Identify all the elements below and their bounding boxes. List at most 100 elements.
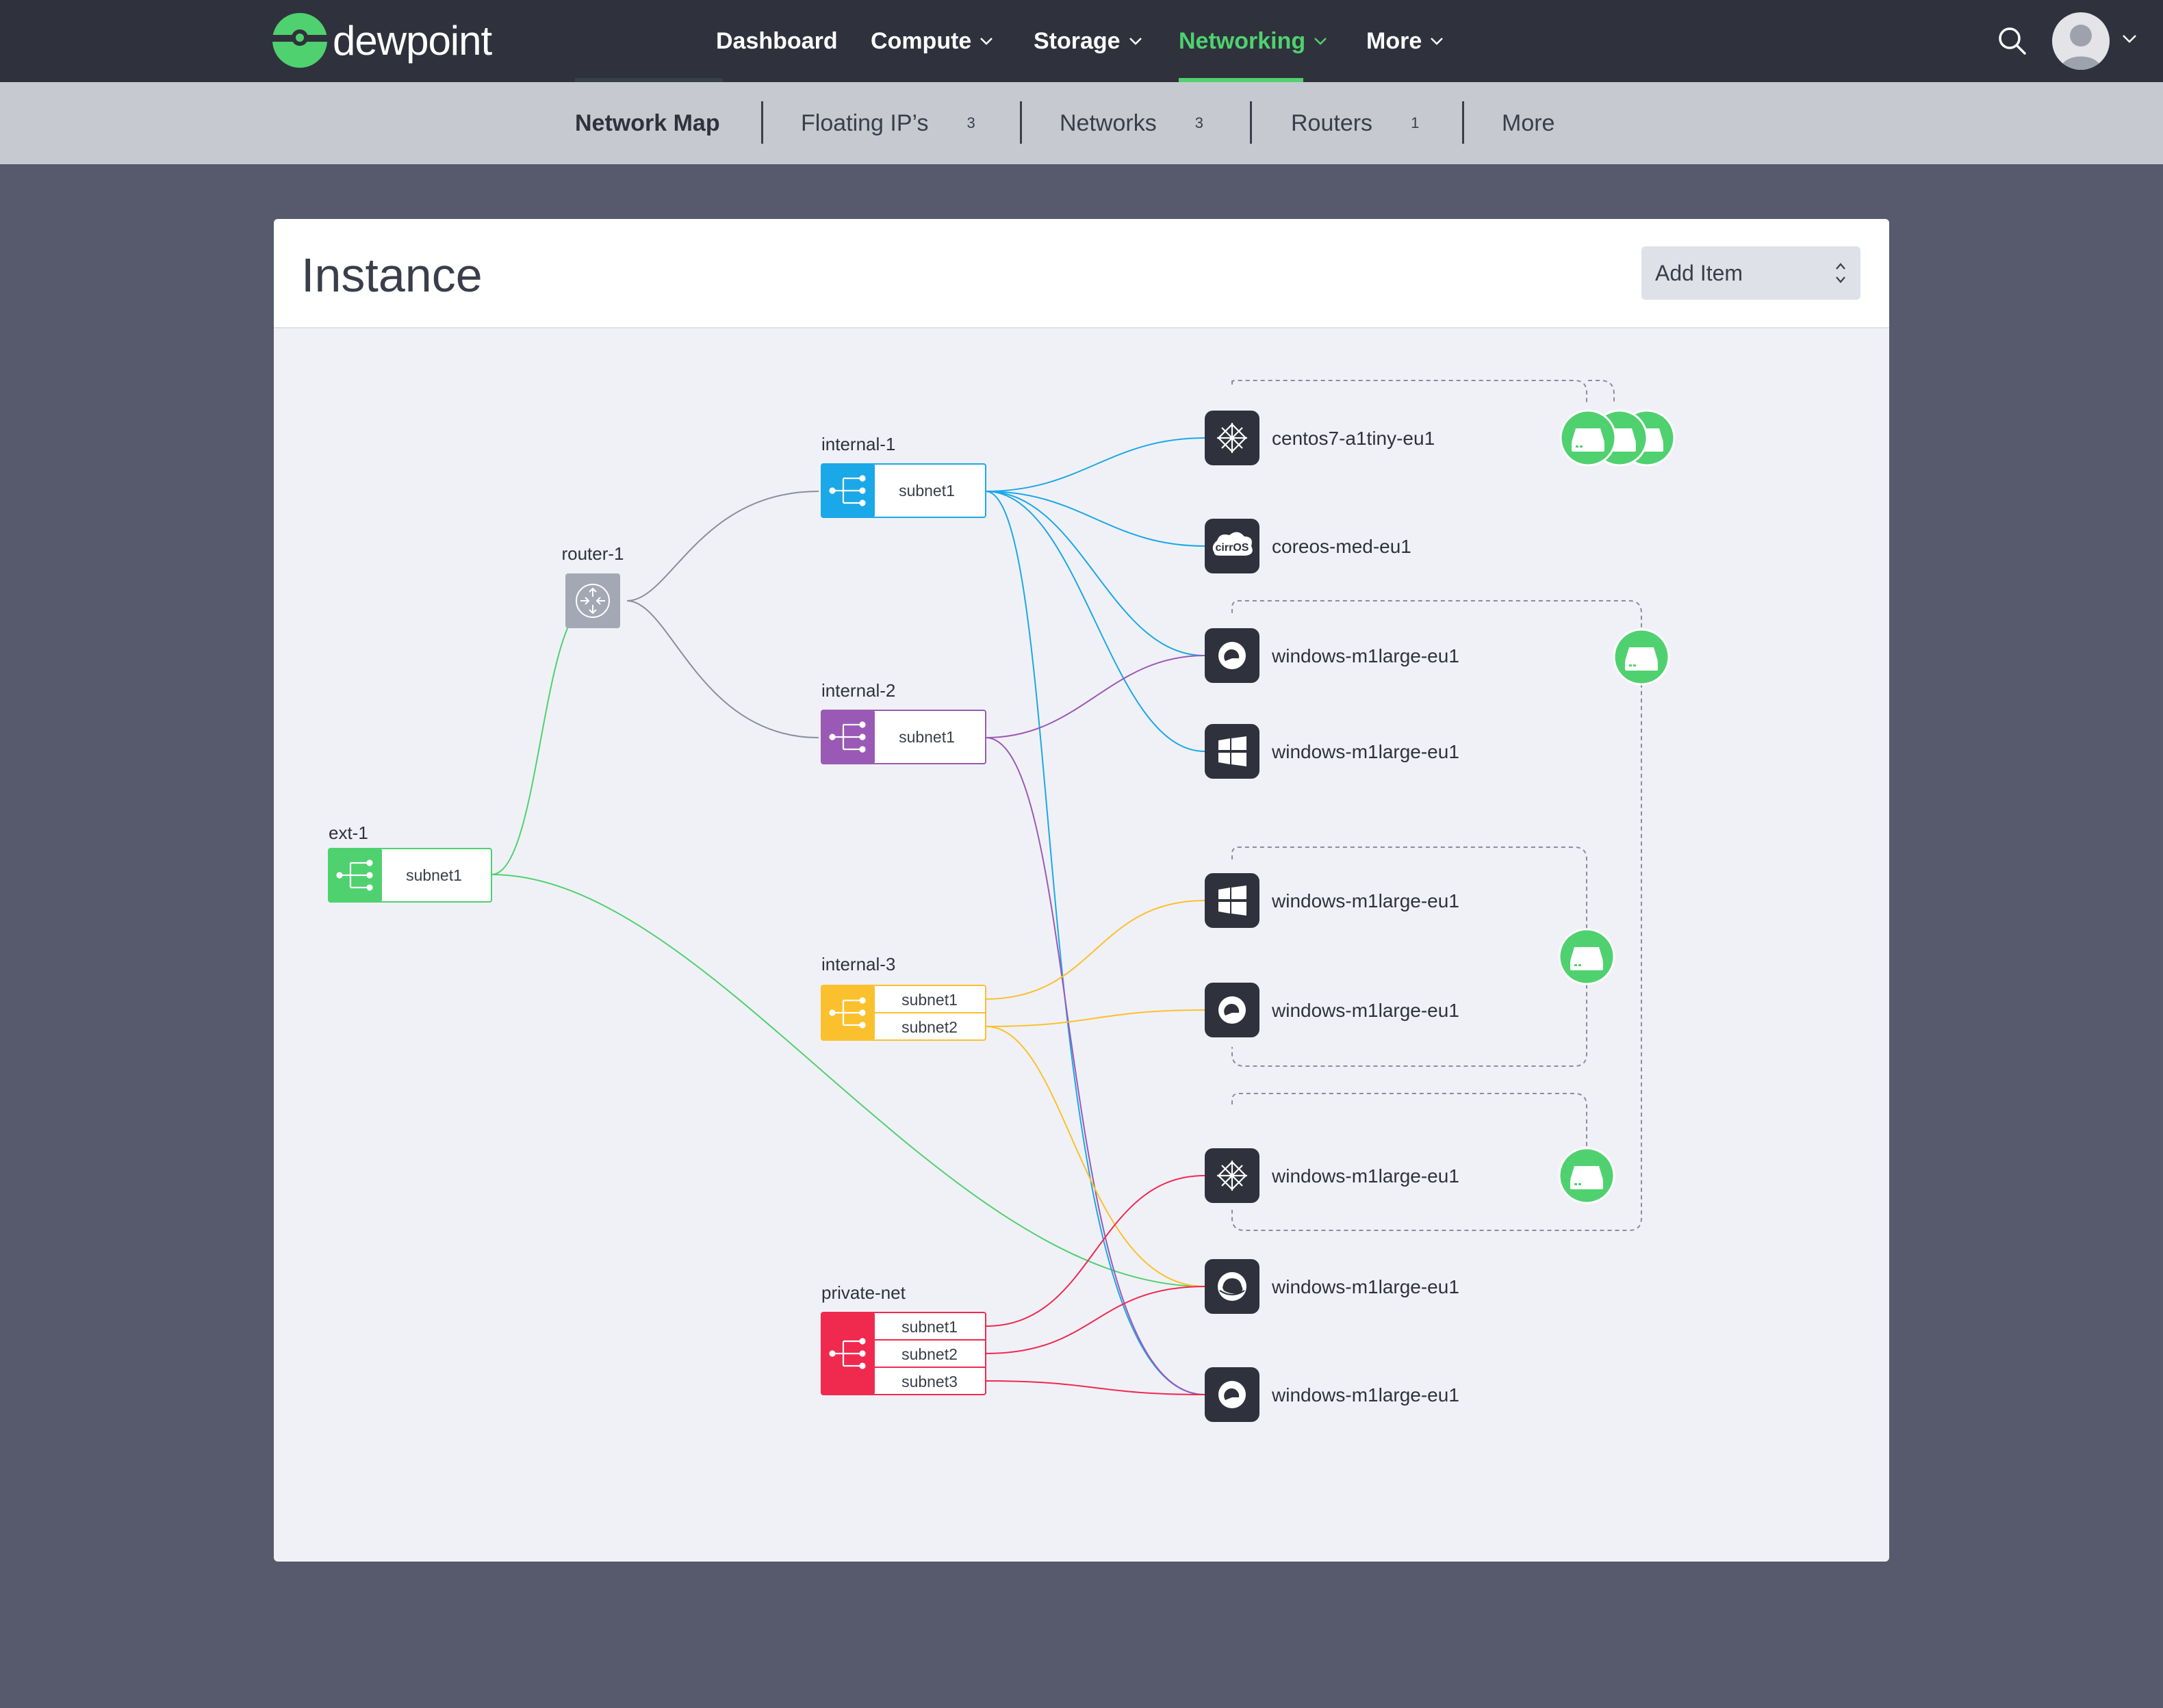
instance-name: centos7-a1tiny-eu1 (1272, 428, 1435, 449)
instance-node[interactable]: cirrOS coreos-med-eu1 (1205, 519, 1411, 573)
instance-node[interactable]: windows-m1large-eu1 (1205, 873, 1459, 928)
dewpoint-logo-icon (272, 13, 327, 68)
tab-routers[interactable]: Routers 1 (1291, 82, 1419, 164)
instance-name: windows-m1large-eu1 (1271, 1165, 1459, 1187)
instance-icon-tile (1205, 873, 1259, 928)
link-internal1-instance (985, 491, 1205, 752)
tab-divider (1462, 101, 1464, 144)
nav-more[interactable]: More (1366, 0, 1444, 82)
chevron-down-icon (980, 38, 993, 45)
link-internal3-instance (985, 1009, 1205, 1027)
instance-name: windows-m1large-eu1 (1271, 1384, 1459, 1406)
nav-compute-label: Compute (871, 27, 972, 54)
chevron-down-icon (1129, 38, 1142, 45)
subnet-label: subnet2 (901, 1018, 958, 1036)
network-internal-2[interactable]: internal-2 subnet1 (821, 680, 986, 764)
subnet-label: subnet1 (899, 728, 955, 746)
hard-drive-icon[interactable] (1613, 628, 1670, 686)
instance-node[interactable]: windows-m1large-eu1 (1205, 1259, 1459, 1314)
nav-networking[interactable]: Networking (1179, 0, 1327, 82)
hard-drive-icon[interactable] (1559, 409, 1617, 467)
chevron-down-icon (1431, 38, 1444, 45)
link-internal1-instance (985, 437, 1205, 492)
instance-name: coreos-med-eu1 (1272, 536, 1411, 557)
nav-storage[interactable]: Storage (1034, 0, 1142, 82)
router-box (565, 573, 620, 628)
network-internal-3[interactable]: internal-3 subnet1 subnet2 (821, 954, 986, 1041)
nav-dashboard[interactable]: Dashboard (716, 0, 838, 82)
instance-name: windows-m1large-eu1 (1271, 741, 1459, 762)
link-router-internal1 (626, 491, 819, 601)
network-map-canvas[interactable]: ext-1 subnet1 router-1 internal-1 subnet… (274, 219, 1889, 1562)
link-internal3-instance (985, 900, 1205, 1000)
link-router-internal2 (626, 600, 819, 738)
network-private-net[interactable]: private-net subnet1 subnet2 subnet3 (821, 1282, 986, 1395)
instance-card: Instance Add Item ext-1 subnet1 router-1… (274, 219, 1889, 1562)
instance-node[interactable]: windows-m1large-eu1 (1205, 724, 1459, 779)
network-title: ext-1 (329, 823, 368, 843)
volume-group-outline (1231, 1093, 1587, 1163)
volume-group-outline (1588, 380, 1615, 402)
router-router-1[interactable]: router-1 (561, 543, 624, 628)
instance-name: windows-m1large-eu1 (1271, 890, 1459, 911)
network-ext-1[interactable]: ext-1 subnet1 (328, 823, 492, 903)
instance-node[interactable]: windows-m1large-eu1 (1205, 1367, 1459, 1422)
nav-dashboard-label: Dashboard (716, 27, 838, 54)
tab-network-map-label: Network Map (575, 109, 720, 136)
instance-node[interactable]: windows-m1large-eu1 (1205, 983, 1459, 1037)
chevron-down-icon[interactable] (2122, 34, 2137, 44)
hard-drive-icon[interactable] (1558, 1147, 1615, 1204)
link-privatenet-instance (985, 1286, 1205, 1354)
link-internal3-instance (985, 1026, 1205, 1287)
network-title: internal-3 (821, 954, 895, 974)
networking-subnav: Network Map Floating IP’s 3 Networks 3 R… (0, 82, 2163, 164)
tab-active-indicator (575, 78, 723, 82)
nav-compute[interactable]: Compute (871, 0, 993, 82)
link-internal1-instance (985, 491, 1205, 656)
subnet-label: subnet1 (901, 1318, 958, 1336)
instance-name: windows-m1large-eu1 (1271, 1276, 1459, 1297)
tab-floating-ips-count: 3 (967, 114, 975, 131)
router-title: router-1 (561, 543, 624, 564)
tab-floating-ips-label: Floating IP’s (801, 109, 929, 136)
tab-floating-ips[interactable]: Floating IP’s 3 (801, 82, 975, 164)
volume-attachment-groups (1231, 380, 1642, 1231)
link-internal2-instance (985, 655, 1205, 738)
link-internal1-instance (985, 491, 1205, 547)
instance-node[interactable]: centos7-a1tiny-eu1 (1205, 411, 1435, 465)
top-navigation-bar: dewpoint Dashboard Compute Storage Netwo… (0, 0, 2163, 82)
network-title: internal-2 (821, 680, 895, 701)
volume-badges (1558, 409, 1676, 1204)
link-internal1-instance (985, 491, 1205, 1395)
subnet-label: subnet1 (406, 866, 462, 884)
instance-name: windows-m1large-eu1 (1271, 645, 1459, 667)
network-internal-1[interactable]: internal-1 subnet1 (821, 434, 986, 518)
volume-group-outline (1231, 600, 1642, 1231)
tab-divider (1250, 101, 1252, 144)
hard-drive-icon[interactable] (1558, 928, 1615, 985)
subnet-label: subnet3 (901, 1373, 958, 1390)
link-ext1-instance (491, 874, 1205, 1287)
nav-networking-label: Networking (1179, 27, 1306, 54)
subnet-label: subnet1 (899, 482, 955, 500)
brand-logo[interactable]: dewpoint (271, 10, 492, 71)
tab-routers-count: 1 (1411, 114, 1420, 131)
volume-group-outline (1231, 380, 1587, 402)
instance-node[interactable]: windows-m1large-eu1 (1205, 1148, 1459, 1203)
tab-routers-label: Routers (1291, 109, 1373, 136)
tab-networks[interactable]: Networks 3 (1060, 82, 1203, 164)
brand-name: dewpoint (333, 17, 492, 64)
instance-node[interactable]: windows-m1large-eu1 (1205, 628, 1459, 683)
network-title: internal-1 (821, 434, 895, 454)
debian-icon (1218, 996, 1246, 1024)
tab-more-label: More (1502, 109, 1555, 136)
link-privatenet-instance (985, 1175, 1205, 1327)
tab-divider (761, 101, 763, 144)
debian-icon (1218, 1381, 1246, 1408)
user-silhouette-icon (2060, 25, 2101, 70)
tab-networks-label: Networks (1060, 109, 1157, 136)
tab-network-map[interactable]: Network Map (575, 82, 720, 164)
user-avatar[interactable] (2052, 12, 2110, 70)
search-icon[interactable] (1997, 26, 2027, 56)
tab-more[interactable]: More (1502, 82, 1554, 164)
